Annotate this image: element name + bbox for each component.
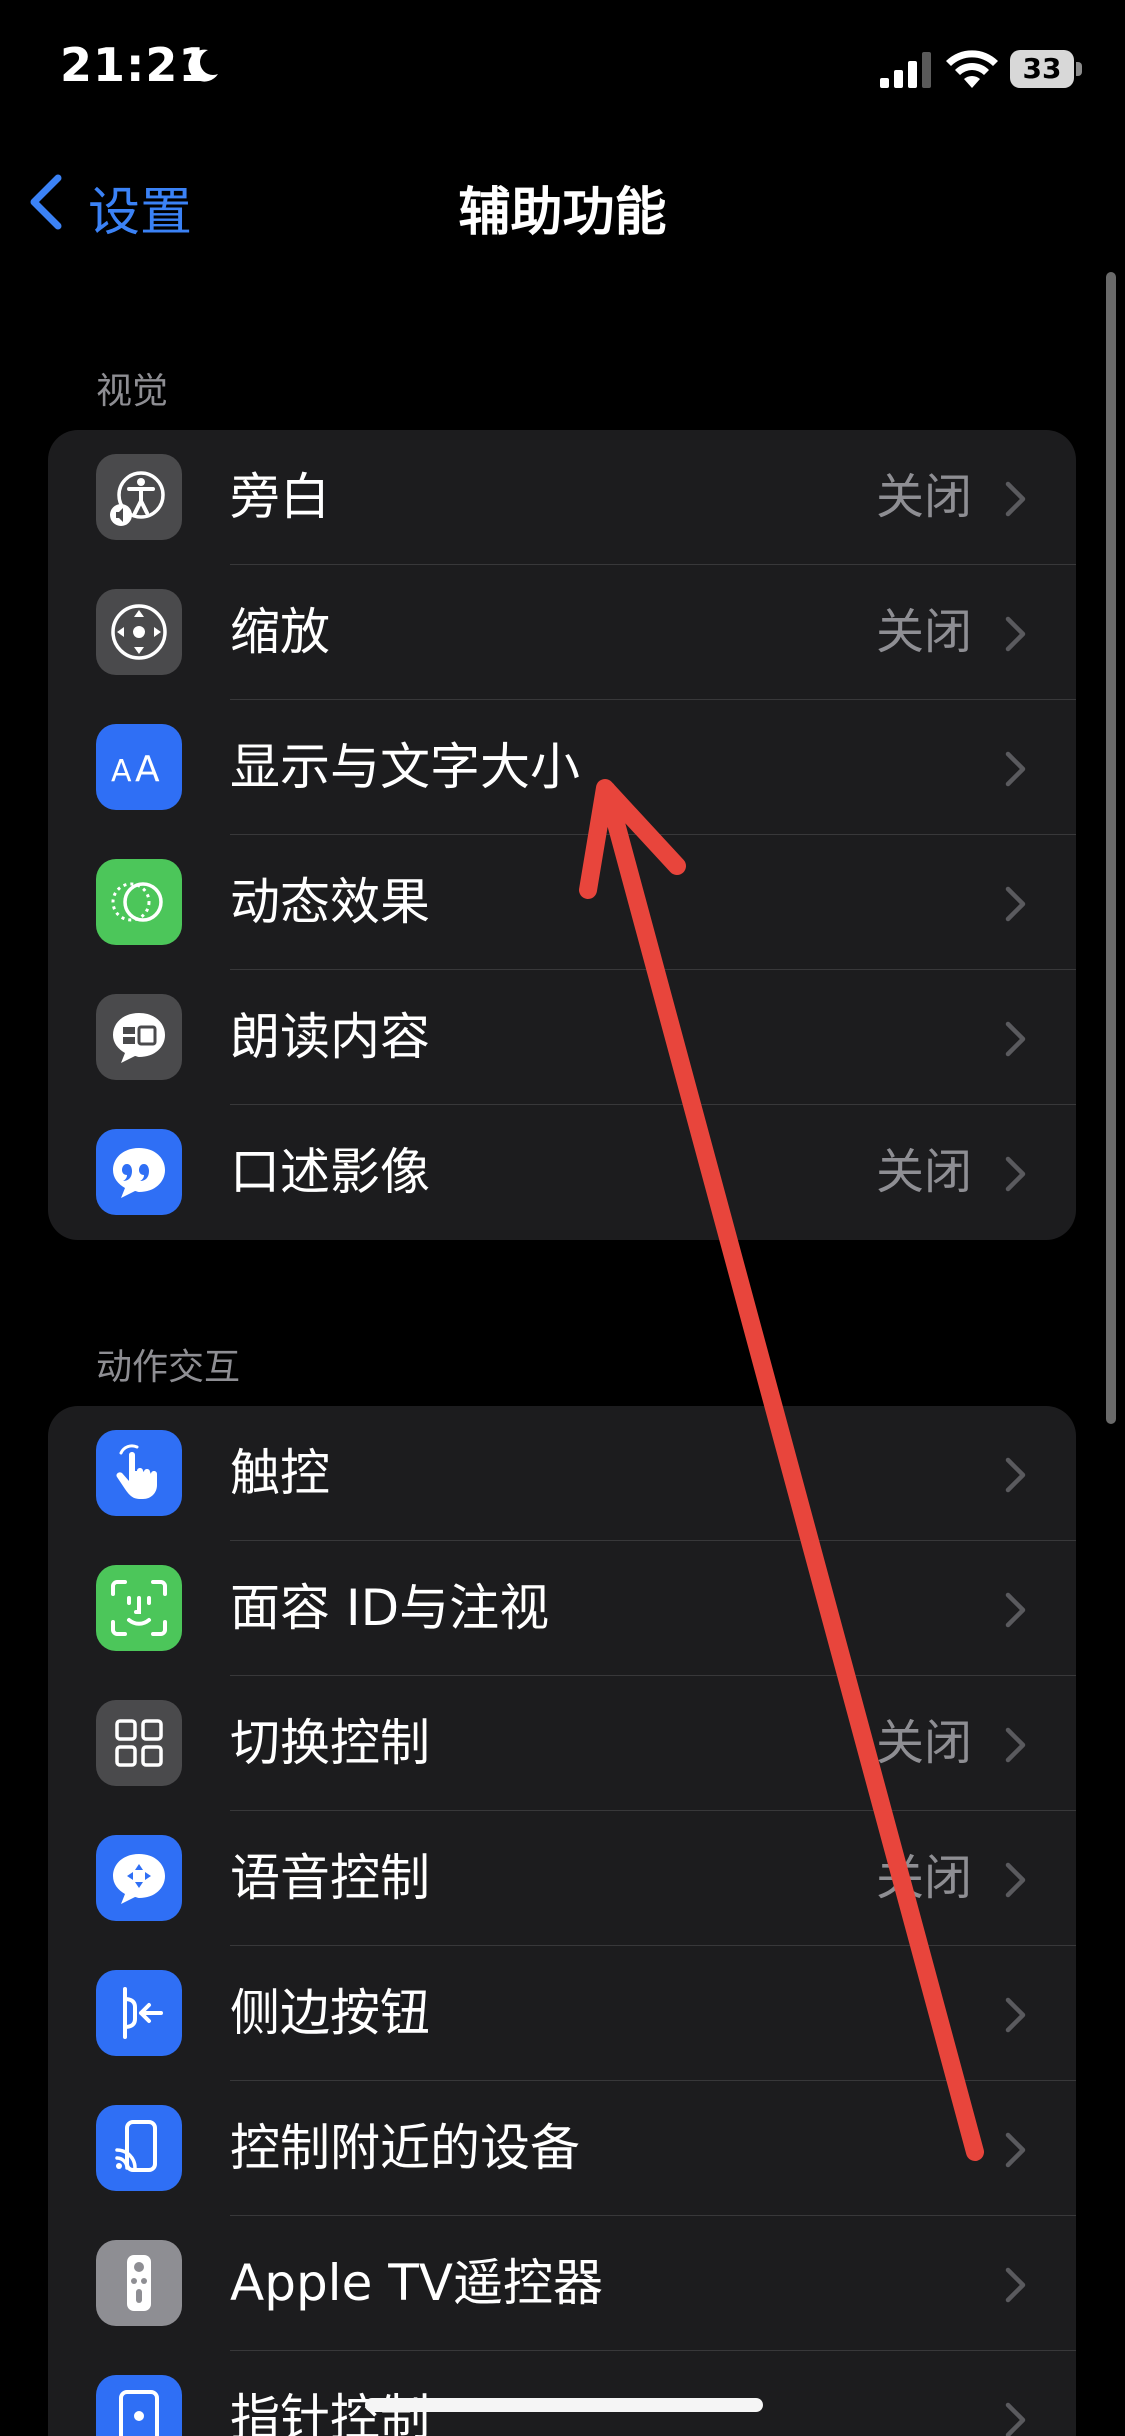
row-label: 朗读内容 bbox=[230, 1008, 430, 1066]
row-label: 旁白 bbox=[230, 468, 330, 526]
chevron-right-icon bbox=[1005, 616, 1026, 652]
side-button-icon bbox=[96, 1970, 182, 2056]
zoom-icon bbox=[96, 589, 182, 675]
tv-remote-icon bbox=[96, 2240, 182, 2326]
row-label: 语音控制 bbox=[230, 1849, 430, 1907]
chevron-right-icon bbox=[1005, 2132, 1026, 2168]
settings-row-pointer-control[interactable]: 指针控制 bbox=[48, 2351, 1076, 2436]
spoken-content-icon bbox=[96, 994, 182, 1080]
voice-control-icon bbox=[96, 1835, 182, 1921]
switch-control-icon bbox=[96, 1700, 182, 1786]
settings-row-switch-control[interactable]: 切换控制 关闭 bbox=[48, 1676, 1076, 1811]
row-label: 面容 ID与注视 bbox=[230, 1579, 550, 1637]
motion-icon bbox=[96, 859, 182, 945]
chevron-right-icon bbox=[1005, 481, 1026, 517]
settings-row-audio-description[interactable]: 口述影像 关闭 bbox=[48, 1105, 1076, 1240]
page-title: 辅助功能 bbox=[458, 183, 667, 243]
settings-row-touch[interactable]: 触控 bbox=[48, 1406, 1076, 1541]
chevron-right-icon bbox=[1005, 1862, 1026, 1898]
chevron-right-icon bbox=[1005, 751, 1026, 787]
svg-text:A: A bbox=[135, 749, 160, 790]
row-label: 触控 bbox=[230, 1444, 330, 1502]
scroll-indicator[interactable] bbox=[1106, 272, 1116, 1424]
touch-icon bbox=[96, 1430, 182, 1516]
settings-row-voice-control[interactable]: 语音控制 关闭 bbox=[48, 1811, 1076, 1946]
row-label: Apple TV遥控器 bbox=[230, 2254, 603, 2312]
settings-row-voiceover[interactable]: 旁白 关闭 bbox=[48, 430, 1076, 565]
chevron-right-icon bbox=[1005, 2402, 1026, 2436]
section-header-vision: 视觉 bbox=[96, 371, 169, 412]
settings-row-side-button[interactable]: 侧边按钮 bbox=[48, 1946, 1076, 2081]
settings-row-spoken-content[interactable]: 朗读内容 bbox=[48, 970, 1076, 1105]
vision-settings-group: 旁白 关闭 缩放 关闭 A A 显示与文字大小 动态效果 朗读内容 口述影像 关… bbox=[48, 430, 1076, 1240]
voiceover-icon bbox=[96, 454, 182, 540]
pointer-control-icon bbox=[96, 2375, 182, 2436]
settings-row-apple-tv-remote[interactable]: Apple TV遥控器 bbox=[48, 2216, 1076, 2351]
row-value: 关闭 bbox=[875, 1715, 972, 1771]
home-indicator[interactable] bbox=[365, 2398, 763, 2412]
row-value: 关闭 bbox=[875, 1850, 972, 1906]
settings-row-motion[interactable]: 动态效果 bbox=[48, 835, 1076, 970]
cellular-signal-icon bbox=[880, 52, 931, 88]
navigation-bar: 设置 辅助功能 bbox=[0, 140, 1125, 260]
audio-description-icon bbox=[96, 1129, 182, 1215]
moon-icon bbox=[188, 49, 218, 82]
nearby-devices-icon bbox=[96, 2105, 182, 2191]
physical-motor-settings-group: 触控 面容 ID与注视 切换控制 关闭 语音控制 关闭 侧边按钮 控制附近的设备… bbox=[48, 1406, 1076, 2436]
status-bar: 21:21 33 bbox=[0, 0, 1125, 140]
row-label: 口述影像 bbox=[230, 1143, 430, 1201]
settings-row-control-nearby-devices[interactable]: 控制附近的设备 bbox=[48, 2081, 1076, 2216]
settings-row-face-id-attention[interactable]: 面容 ID与注视 bbox=[48, 1541, 1076, 1676]
row-value: 关闭 bbox=[875, 469, 972, 525]
row-value: 关闭 bbox=[875, 1144, 972, 1200]
row-label: 指针控制 bbox=[230, 2389, 430, 2436]
row-label: 侧边按钮 bbox=[230, 1984, 430, 2042]
chevron-right-icon bbox=[1005, 886, 1026, 922]
section-header-physical-motor: 动作交互 bbox=[96, 1347, 241, 1388]
battery-level: 33 bbox=[1010, 50, 1074, 88]
chevron-right-icon bbox=[1005, 1727, 1026, 1763]
chevron-right-icon bbox=[1005, 1457, 1026, 1493]
svg-text:A: A bbox=[111, 754, 132, 789]
face-id-icon bbox=[96, 1565, 182, 1651]
row-label: 显示与文字大小 bbox=[230, 738, 580, 796]
row-label: 切换控制 bbox=[230, 1714, 430, 1772]
chevron-right-icon bbox=[1005, 1592, 1026, 1628]
chevron-right-icon bbox=[1005, 2267, 1026, 2303]
chevron-right-icon bbox=[1005, 1156, 1026, 1192]
row-label: 控制附近的设备 bbox=[230, 2119, 580, 2177]
battery-indicator: 33 bbox=[1010, 50, 1082, 88]
chevron-right-icon bbox=[1005, 1021, 1026, 1057]
text-size-icon: A A bbox=[96, 724, 182, 810]
chevron-right-icon bbox=[1005, 1997, 1026, 2033]
wifi-icon bbox=[946, 50, 998, 88]
settings-row-zoom[interactable]: 缩放 关闭 bbox=[48, 565, 1076, 700]
row-value: 关闭 bbox=[875, 604, 972, 660]
row-label: 缩放 bbox=[230, 603, 330, 661]
row-label: 动态效果 bbox=[230, 873, 430, 931]
settings-row-display-text-size[interactable]: A A 显示与文字大小 bbox=[48, 700, 1076, 835]
